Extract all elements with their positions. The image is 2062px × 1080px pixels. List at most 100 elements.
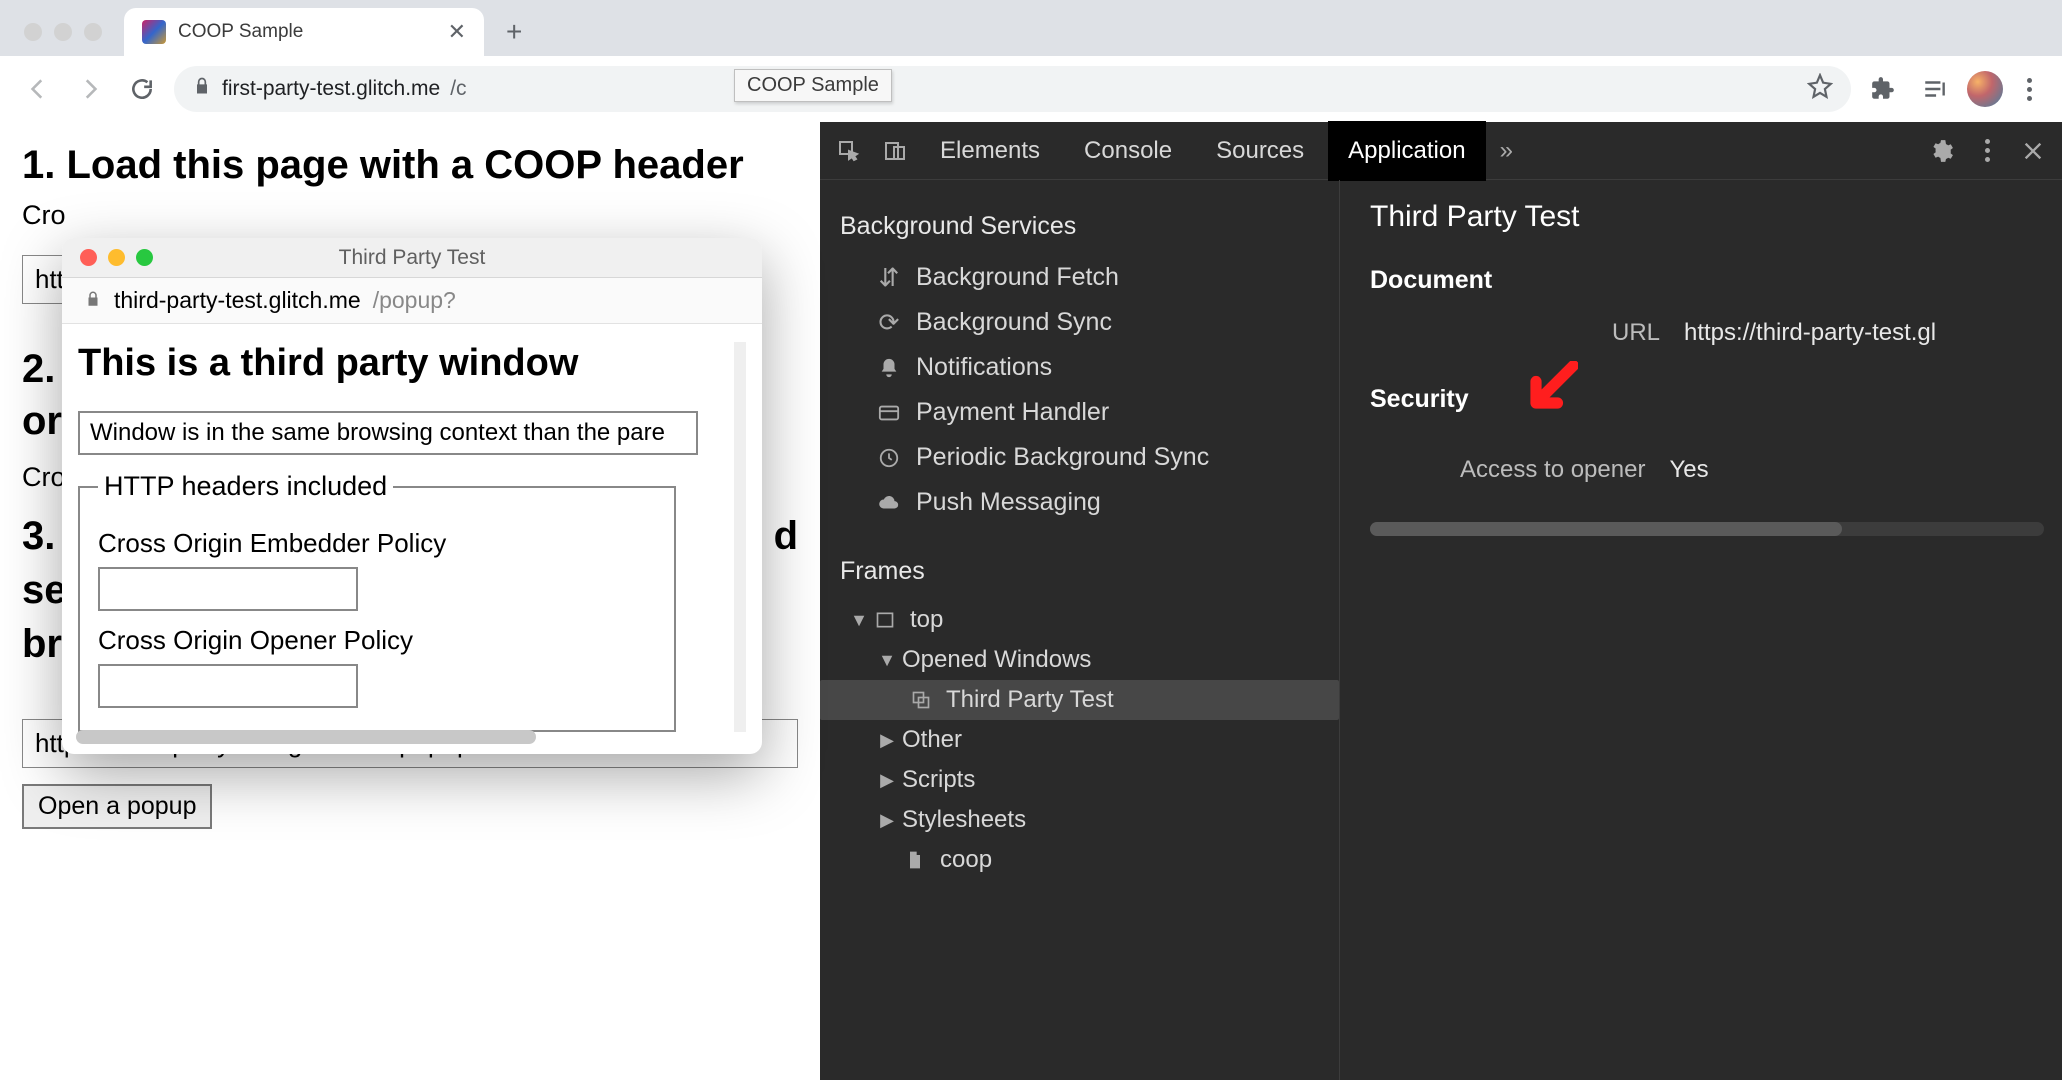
popup-window: Third Party Test third-party-test.glitch… [62, 238, 762, 754]
document-heading: Document [1370, 266, 2062, 295]
file-icon [904, 849, 926, 871]
security-heading: Security [1370, 385, 1469, 414]
caret-down-icon: ▼ [878, 650, 896, 671]
tree-item-coop[interactable]: coop [820, 840, 1339, 880]
fetch-icon: ⇵ [876, 265, 902, 291]
coop-input[interactable] [98, 664, 358, 708]
coep-input[interactable] [98, 567, 358, 611]
frame-icon [874, 609, 896, 631]
page-heading-3-num: 3. [22, 514, 55, 558]
new-tab-button[interactable]: + [492, 16, 536, 48]
popup-url-path: /popup? [373, 287, 456, 314]
extensions-icon[interactable] [1863, 69, 1903, 109]
popup-titlebar[interactable]: Third Party Test [62, 238, 762, 278]
sidebar-item-payment-handler[interactable]: Payment Handler [820, 390, 1339, 435]
section-document: Document URL https://third-party-test.gl [1370, 266, 2062, 347]
sidebar-item-background-sync[interactable]: ⟳Background Sync [820, 300, 1339, 345]
browser-menu-icon[interactable] [2015, 78, 2044, 101]
tab-strip: COOP Sample ✕ + [0, 0, 2062, 56]
forward-button[interactable] [70, 69, 110, 109]
reload-button[interactable] [122, 69, 162, 109]
popup-body: This is a third party window HTTP header… [62, 324, 762, 754]
frame-title: Third Party Test [1370, 200, 2062, 234]
tree-item-opened-windows[interactable]: ▼Opened Windows [820, 640, 1339, 680]
devtools-panel: Elements Console Sources Application » B… [820, 122, 2062, 1080]
more-tabs-icon[interactable]: » [1490, 137, 1523, 165]
sidebar-section-background-services: Background Services [820, 198, 1339, 255]
popup-urlbar[interactable]: third-party-test.glitch.me/popup? [62, 278, 762, 324]
access-value: Yes [1669, 456, 1708, 484]
tab-close-icon[interactable]: ✕ [448, 19, 466, 45]
tab-application[interactable]: Application [1328, 121, 1485, 181]
tab-console[interactable]: Console [1064, 121, 1192, 181]
page-text-cro: Cro [22, 200, 798, 231]
sidebar-section-frames: Frames [820, 543, 1339, 600]
devtools-body: Background Services ⇵Background Fetch ⟳B… [820, 180, 2062, 1080]
devtools-tabbar: Elements Console Sources Application » [820, 122, 2062, 180]
tree-item-other[interactable]: ▶Other [820, 720, 1339, 760]
minimize-window-icon[interactable] [54, 23, 72, 41]
reading-list-icon[interactable] [1915, 69, 1955, 109]
popup-status-input[interactable] [78, 411, 698, 455]
maximize-window-icon[interactable] [84, 23, 102, 41]
url-host: first-party-test.glitch.me [222, 77, 440, 101]
clock-icon [876, 445, 902, 471]
tab-title: COOP Sample [178, 21, 436, 43]
caret-right-icon: ▶ [878, 770, 896, 791]
popup-title: Third Party Test [62, 246, 762, 270]
profile-avatar[interactable] [1967, 71, 2003, 107]
inspect-element-icon[interactable] [828, 130, 870, 172]
sidebar-item-push-messaging[interactable]: Push Messaging [820, 480, 1339, 525]
popup-url-host: third-party-test.glitch.me [114, 287, 361, 314]
favicon-icon [142, 20, 166, 44]
device-mode-icon[interactable] [874, 130, 916, 172]
devtools-menu-icon[interactable] [1966, 130, 2008, 172]
browser-tab[interactable]: COOP Sample ✕ [124, 8, 484, 56]
open-popup-button[interactable]: Open a popup [22, 784, 212, 829]
tree-item-top[interactable]: ▼top [820, 600, 1339, 640]
window-controls[interactable] [10, 23, 116, 41]
browser-chrome: COOP Sample ✕ + first-party-test.glitch.… [0, 0, 2062, 122]
kv-url: URL https://third-party-test.gl [1370, 319, 2062, 347]
tree-item-scripts[interactable]: ▶Scripts [820, 760, 1339, 800]
caret-right-icon: ▶ [878, 730, 896, 751]
window-icon [910, 689, 932, 711]
card-icon [876, 400, 902, 426]
devtools-settings-icon[interactable] [1920, 130, 1962, 172]
tree-item-third-party-test[interactable]: Third Party Test [820, 680, 1339, 720]
url-label: URL [1460, 319, 1660, 347]
close-window-icon[interactable] [24, 23, 42, 41]
url-tooltip: COOP Sample [734, 69, 892, 102]
bell-icon [876, 355, 902, 381]
bookmark-star-icon[interactable] [1807, 73, 1833, 105]
caret-right-icon: ▶ [878, 810, 896, 831]
tab-sources[interactable]: Sources [1196, 121, 1324, 181]
kv-access-to-opener: Access to opener Yes [1370, 456, 2062, 484]
sync-icon: ⟳ [876, 310, 902, 336]
caret-down-icon: ▼ [850, 610, 868, 631]
coop-label: Cross Origin Opener Policy [98, 625, 656, 656]
page-heading-3-suffix: d [774, 511, 798, 561]
tree-item-stylesheets[interactable]: ▶Stylesheets [820, 800, 1339, 840]
toolbar: first-party-test.glitch.me/c COOP Sample [0, 56, 2062, 122]
address-bar[interactable]: first-party-test.glitch.me/c COOP Sample [174, 66, 1851, 112]
popup-horizontal-scrollbar[interactable] [76, 730, 722, 746]
red-arrow-annotation-icon [1522, 361, 1578, 417]
horizontal-scrollbar[interactable] [1370, 522, 2044, 536]
fieldset-legend: HTTP headers included [98, 471, 393, 502]
tab-elements[interactable]: Elements [920, 121, 1060, 181]
access-label: Access to opener [1460, 456, 1645, 484]
devtools-close-icon[interactable] [2012, 130, 2054, 172]
devtools-main: Third Party Test Document URL https://th… [1340, 180, 2062, 1080]
lock-icon [84, 287, 102, 314]
sidebar-item-notifications[interactable]: Notifications [820, 345, 1339, 390]
sidebar-item-background-fetch[interactable]: ⇵Background Fetch [820, 255, 1339, 300]
sidebar-item-periodic-sync[interactable]: Periodic Background Sync [820, 435, 1339, 480]
page-heading-1: 1. Load this page with a COOP header [22, 140, 798, 190]
lock-icon [192, 76, 212, 102]
devtools-sidebar: Background Services ⇵Background Fetch ⟳B… [820, 180, 1340, 1080]
coep-label: Cross Origin Embedder Policy [98, 528, 656, 559]
popup-heading: This is a third party window [78, 342, 730, 385]
back-button[interactable] [18, 69, 58, 109]
cloud-icon [876, 490, 902, 516]
